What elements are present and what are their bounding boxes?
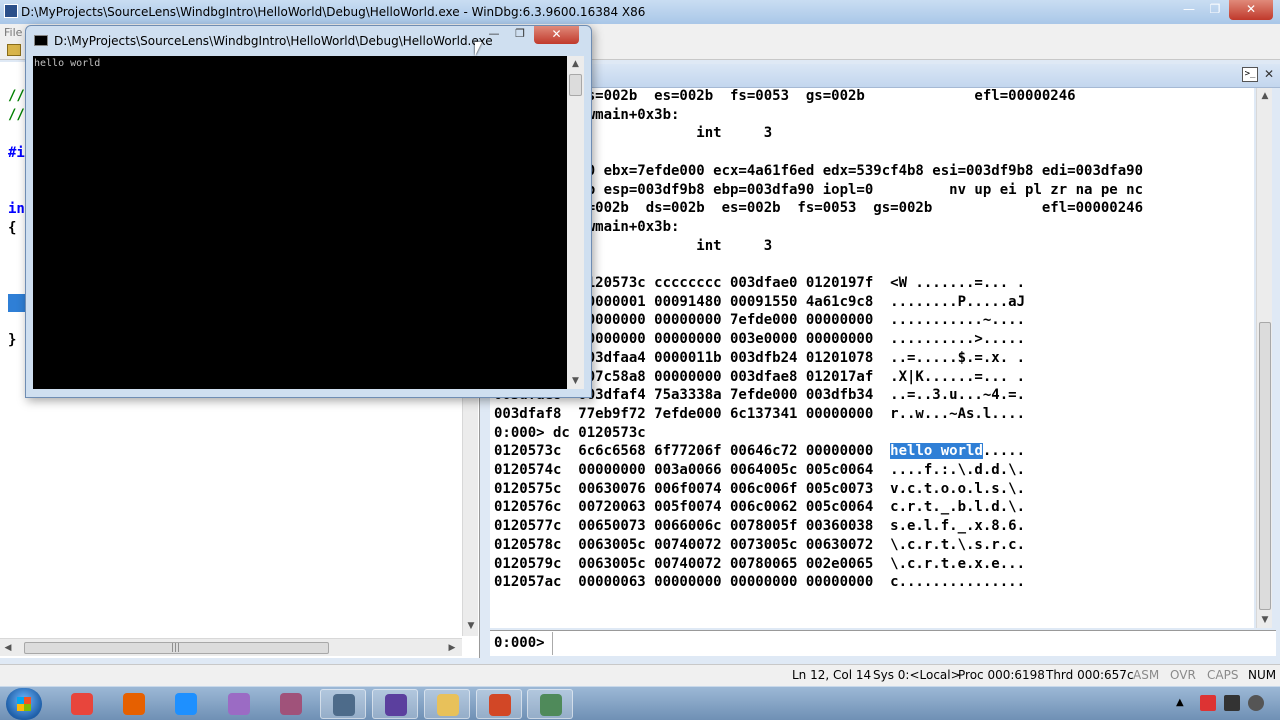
command-input-row: 0:000>: [490, 630, 1276, 656]
status-bar: Ln 12, Col 14 Sys 0:<Local> Proc 000:619…: [0, 664, 1280, 686]
status-asm: ASM: [1133, 668, 1160, 682]
minimize-button[interactable]: —: [1176, 0, 1202, 20]
source-line: }: [8, 332, 17, 348]
taskbar-app-window-button[interactable]: [527, 689, 573, 719]
command-output-line: 0120578c 0063005c 00740072 0073005c 0063…: [494, 536, 1026, 553]
status-process: Proc 000:6198: [958, 668, 1045, 682]
console-app-icon[interactable]: [34, 35, 48, 46]
network-icon[interactable]: [1224, 695, 1240, 711]
mouse-cursor-icon: [475, 42, 482, 56]
menu-file[interactable]: File: [4, 26, 22, 39]
command-output-line: 012057ac 00000063 00000000 00000000 0000…: [494, 574, 1026, 591]
command-output-line: 0120575c 00630076 006f0074 006c006f 005c…: [494, 480, 1026, 497]
console-titlebar[interactable]: D:\MyProjects\SourceLens\WindbgIntro\Hel…: [26, 26, 591, 56]
tray-expand-icon[interactable]: ▲: [1176, 697, 1184, 708]
console-maximize-button[interactable]: ❐: [507, 26, 533, 44]
command-window-close-button[interactable]: ✕: [1262, 66, 1276, 82]
taskbar-visual-studio-button[interactable]: [372, 689, 418, 719]
command-output-line: 0120573c 6c6c6568 6f77206f 00646c72 0000…: [494, 443, 1026, 460]
app-window-icon: [540, 694, 562, 716]
command-vertical-scrollbar[interactable]: ▲ ▼: [1256, 88, 1272, 628]
taskbar-windbg-button[interactable]: [320, 689, 366, 719]
command-output-line: 0120579c 0063005c 00740072 00780065 002e…: [494, 555, 1026, 572]
maximize-button[interactable]: ❐: [1202, 0, 1228, 20]
scroll-down-arrow-icon[interactable]: ▼: [1257, 612, 1273, 628]
scroll-thumb[interactable]: [1259, 322, 1271, 610]
console-close-button[interactable]: ✕: [534, 26, 579, 44]
source-line: {: [8, 220, 17, 236]
visual-studio-icon: [385, 694, 407, 716]
visual-studio-alt-icon: [280, 693, 302, 715]
command-output-line: 0120574c 00000000 003a0066 0064005c 005c…: [494, 462, 1026, 478]
internet-explorer-icon: [175, 693, 197, 715]
scroll-up-arrow-icon[interactable]: ▲: [1257, 88, 1273, 104]
command-input[interactable]: [552, 632, 1272, 655]
command-output-line: 0120576c 00720063 005f0074 006c0062 005c…: [494, 499, 1026, 516]
scroll-down-arrow-icon[interactable]: ▼: [463, 618, 479, 634]
command-output-line: 0:000> dc 0120573c: [494, 424, 646, 441]
command-output-line: 003dfaf8 77eb9f72 7efde000 6c137341 0000…: [494, 405, 1026, 422]
scroll-thumb[interactable]: |||: [24, 642, 329, 654]
window-title: D:\MyProjects\SourceLens\WindbgIntro\Hel…: [21, 5, 646, 19]
console-title: D:\MyProjects\SourceLens\WindbgIntro\Hel…: [54, 34, 493, 48]
open-file-icon[interactable]: [7, 44, 21, 56]
status-num: NUM: [1248, 668, 1277, 682]
command-window-header: >_ ✕: [484, 64, 1280, 88]
taskbar-file-explorer-button[interactable]: [424, 689, 470, 719]
taskbar-visual-studio-4-button[interactable]: [216, 689, 262, 719]
visual-studio-4-icon: [228, 693, 250, 715]
status-thread: Thrd 000:657c: [1046, 668, 1134, 682]
source-line: //: [8, 88, 25, 104]
powerpoint-icon: [489, 694, 511, 716]
scroll-thumb[interactable]: [569, 74, 582, 96]
source-line: //: [8, 107, 25, 123]
console-vertical-scrollbar[interactable]: ▲ ▼: [567, 56, 584, 389]
command-prompt-icon[interactable]: >_: [1242, 67, 1258, 82]
firefox-icon: [123, 693, 145, 715]
windbg-icon: [333, 694, 355, 716]
console-window[interactable]: D:\MyProjects\SourceLens\WindbgIntro\Hel…: [25, 25, 592, 398]
taskbar-visual-studio-alt-button[interactable]: [268, 689, 314, 719]
command-output-line: 0120577c 00650073 0066006c 0078005f 0036…: [494, 518, 1026, 535]
scroll-right-arrow-icon[interactable]: ▶: [444, 639, 460, 657]
taskbar-powerpoint-button[interactable]: [476, 689, 522, 719]
volume-icon[interactable]: [1248, 695, 1264, 711]
status-ovr: OVR: [1170, 668, 1196, 682]
current-line-marker: [8, 294, 26, 312]
status-line-col: Ln 12, Col 14: [792, 668, 872, 682]
scroll-up-arrow-icon[interactable]: ▲: [567, 56, 584, 72]
scroll-grip: |||: [171, 643, 181, 653]
windbg-app-icon[interactable]: [4, 4, 18, 18]
command-output[interactable]: eax=002b ds=002b es=002b fs=0053 gs=002b…: [490, 88, 1254, 628]
taskbar-internet-explorer-button[interactable]: [163, 689, 209, 719]
source-horizontal-scrollbar[interactable]: ◀ ||| ▶: [0, 638, 462, 656]
console-minimize-button[interactable]: —: [481, 26, 507, 44]
file-explorer-icon: [437, 694, 459, 716]
source-line: #i: [8, 145, 25, 161]
main-titlebar: D:\MyProjects\SourceLens\WindbgIntro\Hel…: [0, 0, 1280, 24]
close-button[interactable]: ✕: [1229, 0, 1273, 20]
taskbar-firefox-button[interactable]: [111, 689, 157, 719]
start-button[interactable]: [6, 688, 42, 720]
scroll-down-arrow-icon[interactable]: ▼: [567, 373, 584, 389]
action-center-icon[interactable]: [1200, 695, 1216, 711]
chrome-icon: [71, 693, 93, 715]
taskbar: ▲: [0, 686, 1280, 720]
taskbar-chrome-button[interactable]: [59, 689, 105, 719]
selected-text: hello world: [890, 443, 983, 460]
console-output: hello world: [34, 58, 101, 69]
console-screen[interactable]: hello world: [33, 56, 567, 389]
command-prompt: 0:000>: [494, 635, 545, 651]
source-line: in: [8, 201, 25, 217]
scroll-left-arrow-icon[interactable]: ◀: [0, 639, 16, 657]
status-system: Sys 0:<Local>: [873, 668, 961, 682]
status-caps: CAPS: [1207, 668, 1239, 682]
